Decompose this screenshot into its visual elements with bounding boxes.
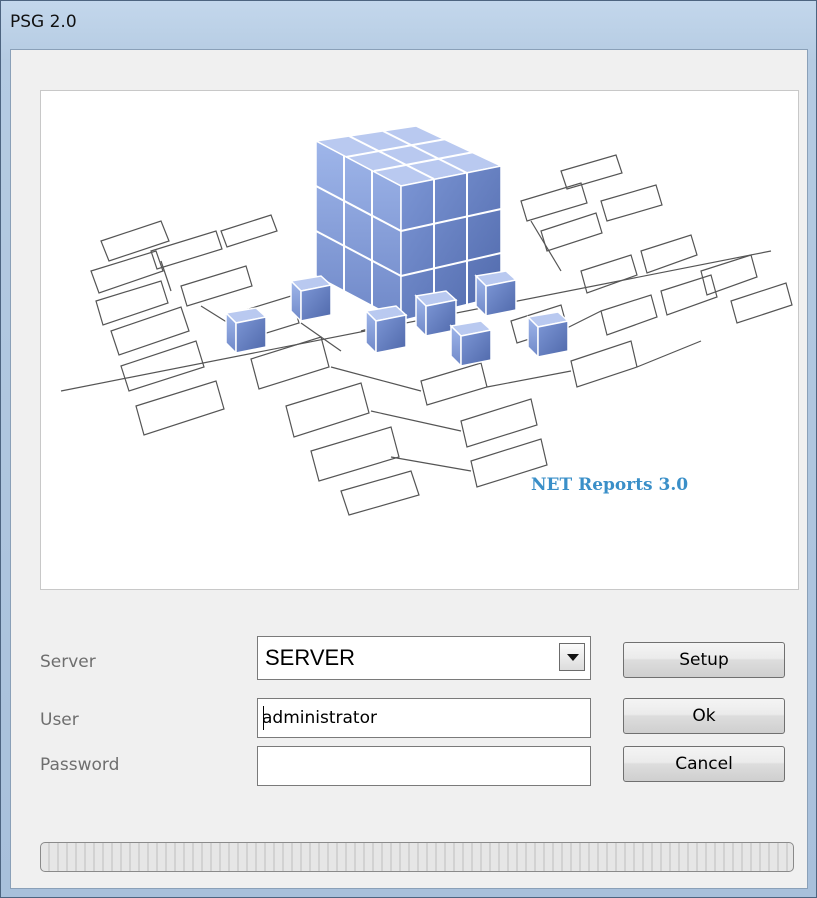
user-input[interactable] — [262, 705, 582, 731]
password-field[interactable] — [257, 746, 591, 786]
server-label: Server — [40, 652, 96, 672]
server-dropdown[interactable]: SERVER — [257, 636, 591, 680]
server-value: SERVER — [265, 645, 356, 670]
login-progress-bar — [40, 842, 794, 872]
login-window: PSG 2.0 NET Reports 3.0 Server SERVER Se… — [0, 0, 817, 898]
user-label: User — [40, 710, 79, 730]
window-title: PSG 2.0 — [10, 12, 77, 32]
brand-caption: NET Reports 3.0 — [531, 475, 689, 495]
password-label: Password — [40, 755, 120, 775]
user-field[interactable] — [257, 698, 591, 738]
cancel-button[interactable]: Cancel — [623, 746, 785, 782]
ok-button[interactable]: Ok — [623, 698, 785, 734]
dropdown-arrow-icon[interactable] — [559, 643, 585, 671]
banner-image: NET Reports 3.0 — [40, 90, 799, 590]
title-bar[interactable]: PSG 2.0 — [1, 1, 816, 47]
process-diagram-illustration — [60, 125, 793, 516]
setup-button[interactable]: Setup — [623, 642, 785, 678]
password-input[interactable] — [262, 753, 582, 779]
dialog-client-area: NET Reports 3.0 Server SERVER Setup User… — [10, 49, 808, 889]
